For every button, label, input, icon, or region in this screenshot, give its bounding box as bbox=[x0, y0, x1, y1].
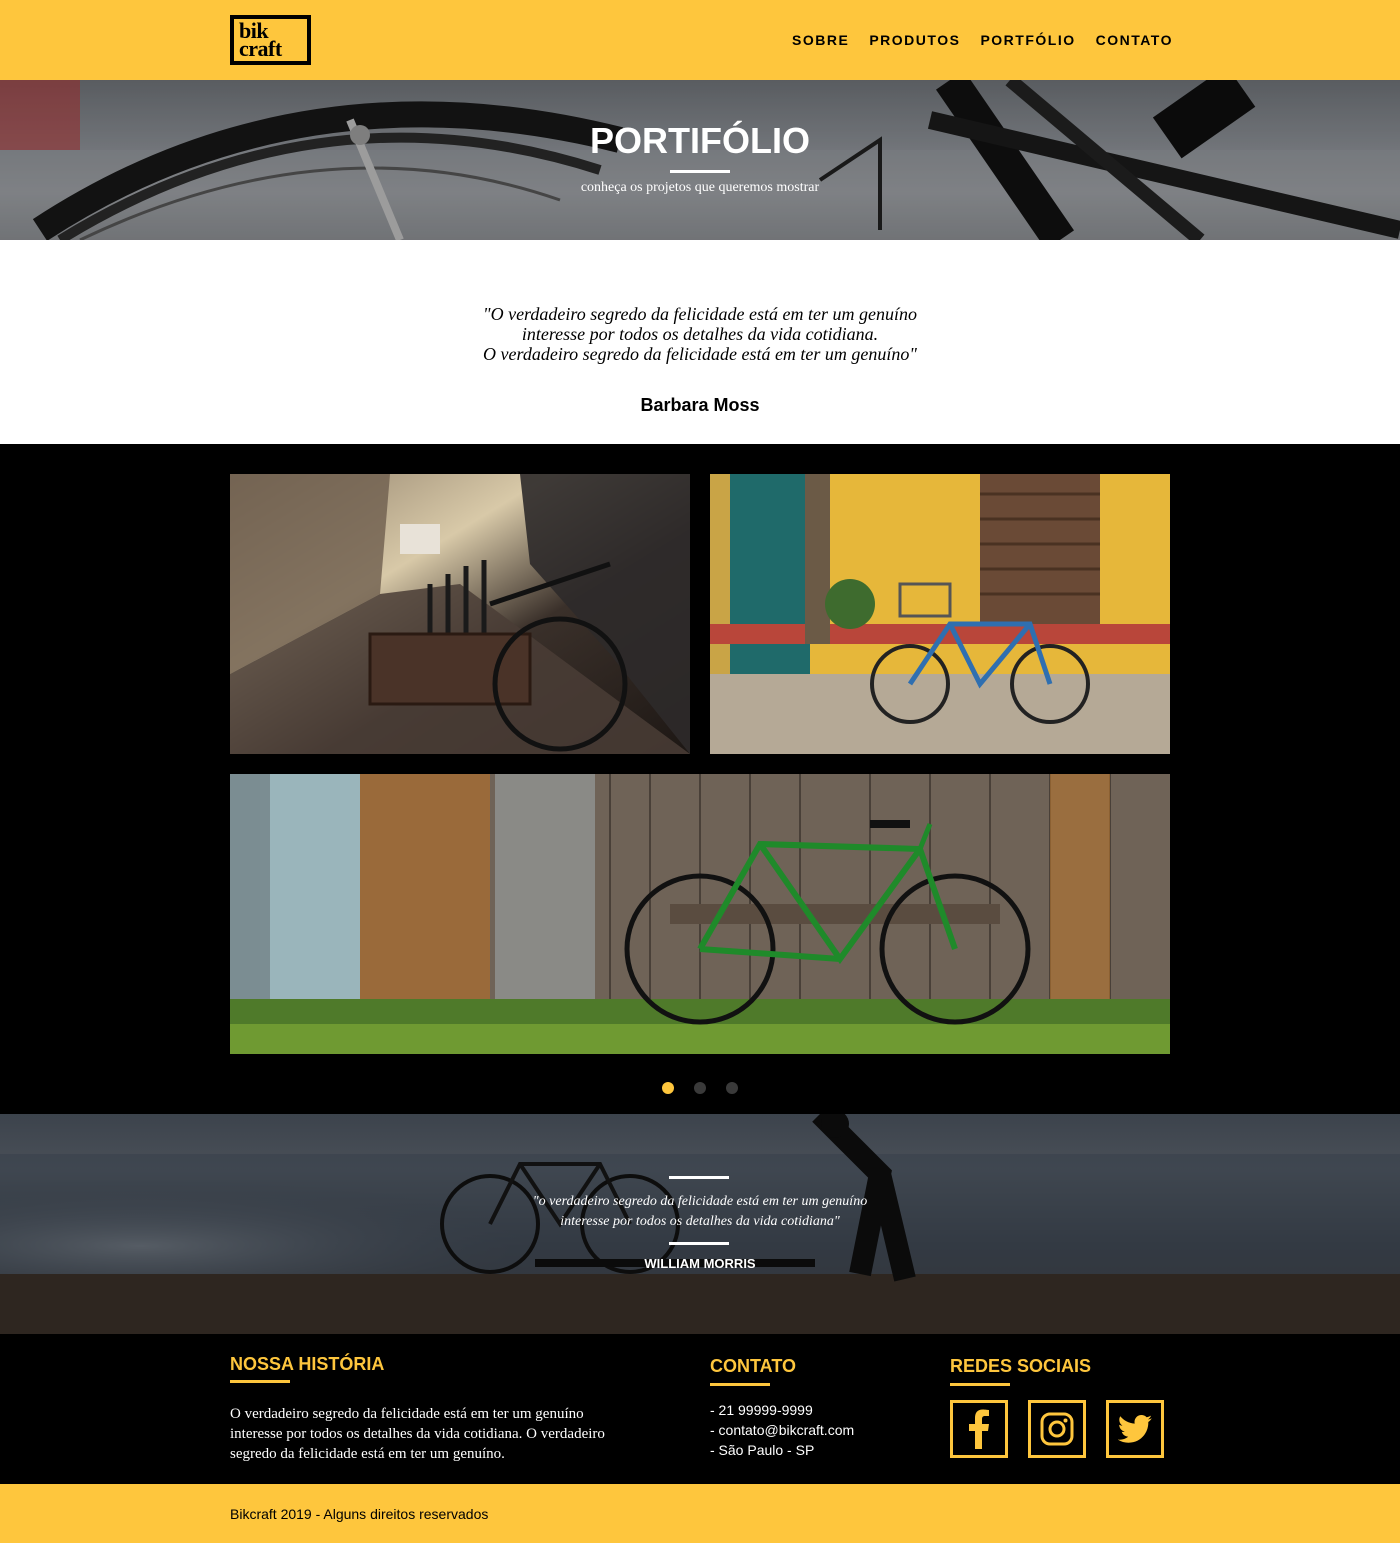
history-title: NOSSA HISTÓRIA bbox=[230, 1354, 385, 1374]
history-text: O verdadeiro segredo da felicidade está … bbox=[230, 1406, 605, 1462]
page-title: PORTIFÓLIO bbox=[590, 120, 810, 161]
quote-banner: "o verdadeiro segredo da felicidade está… bbox=[0, 1114, 1400, 1334]
logo[interactable]: bik craft bbox=[230, 15, 311, 65]
contact-email[interactable]: - contato@bikcraft.com bbox=[710, 1420, 854, 1440]
street-bicycle-photo[interactable] bbox=[230, 474, 690, 754]
footer-info: NOSSA HISTÓRIA O verdadeiro segredo da f… bbox=[0, 1334, 1400, 1484]
social-underline bbox=[950, 1383, 1010, 1386]
quote-divider-top bbox=[669, 1176, 729, 1179]
copyright-text: Bikcraft 2019 - Alguns direitos reservad… bbox=[230, 1506, 489, 1522]
nav-sobre[interactable]: SOBRE bbox=[792, 31, 849, 49]
banner-quote-author: WILLIAM MORRIS bbox=[644, 1256, 756, 1271]
facebook-link[interactable] bbox=[950, 1400, 1008, 1458]
page-subtitle: conheça os projetos que queremos mostrar bbox=[580, 180, 820, 195]
twitter-link[interactable] bbox=[1106, 1400, 1164, 1458]
carousel-dot-3[interactable] bbox=[726, 1082, 738, 1094]
title-underline bbox=[670, 170, 730, 173]
quote-line: "o verdadeiro segredo da felicidade está… bbox=[532, 1194, 868, 1209]
instagram-icon bbox=[1040, 1412, 1074, 1446]
history-underline bbox=[230, 1380, 290, 1383]
contact-underline bbox=[710, 1383, 770, 1386]
quote-divider-bottom bbox=[669, 1242, 729, 1245]
site-header: bik craft SOBRE PRODUTOS PORTFÓLIO CONTA… bbox=[0, 0, 1400, 80]
quote-line: interesse por todos os detalhes da vida … bbox=[560, 1214, 840, 1229]
instagram-link[interactable] bbox=[1028, 1400, 1086, 1458]
logo-line2: craft bbox=[239, 36, 282, 61]
social-title: REDES SOCIAIS bbox=[950, 1356, 1092, 1376]
copyright-bar: Bikcraft 2019 - Alguns direitos reservad… bbox=[0, 1484, 1400, 1543]
quote-author: Barbara Moss bbox=[640, 395, 760, 415]
facebook-icon bbox=[969, 1409, 989, 1449]
hero-banner: PORTIFÓLIO conheça os projetos que quere… bbox=[0, 80, 1400, 240]
banner-quote: "o verdadeiro segredo da felicidade está… bbox=[450, 1192, 950, 1232]
green-bicycle-wooden-wall-photo[interactable] bbox=[230, 774, 1170, 1054]
quote-line: "O verdadeiro segredo da felicidade está… bbox=[483, 304, 917, 324]
nav-produtos[interactable]: PRODUTOS bbox=[869, 31, 960, 49]
nav-portfolio[interactable]: PORTFÓLIO bbox=[980, 31, 1075, 49]
portfolio-gallery bbox=[0, 444, 1400, 1114]
contact-title: CONTATO bbox=[710, 1356, 796, 1376]
contact-list: - 21 99999-9999 - contato@bikcraft.com -… bbox=[710, 1400, 854, 1460]
carousel-dot-1[interactable] bbox=[662, 1082, 674, 1094]
twitter-icon bbox=[1118, 1415, 1152, 1443]
contact-phone: - 21 99999-9999 bbox=[710, 1402, 813, 1418]
main-nav: SOBRE PRODUTOS PORTFÓLIO CONTATO bbox=[792, 31, 1173, 49]
contact-location: - São Paulo - SP bbox=[710, 1442, 815, 1458]
yellow-wall-bicycle-photo[interactable] bbox=[710, 474, 1170, 754]
testimonial-quote: "O verdadeiro segredo da felicidade está… bbox=[400, 304, 1000, 364]
carousel-dot-2[interactable] bbox=[694, 1082, 706, 1094]
quote-line: O verdadeiro segredo da felicidade está … bbox=[483, 344, 917, 364]
carousel-dots bbox=[0, 1082, 1400, 1094]
nav-contato[interactable]: CONTATO bbox=[1096, 31, 1173, 49]
quote-line: interesse por todos os detalhes da vida … bbox=[521, 324, 879, 344]
quote-section: "O verdadeiro segredo da felicidade está… bbox=[0, 240, 1400, 444]
